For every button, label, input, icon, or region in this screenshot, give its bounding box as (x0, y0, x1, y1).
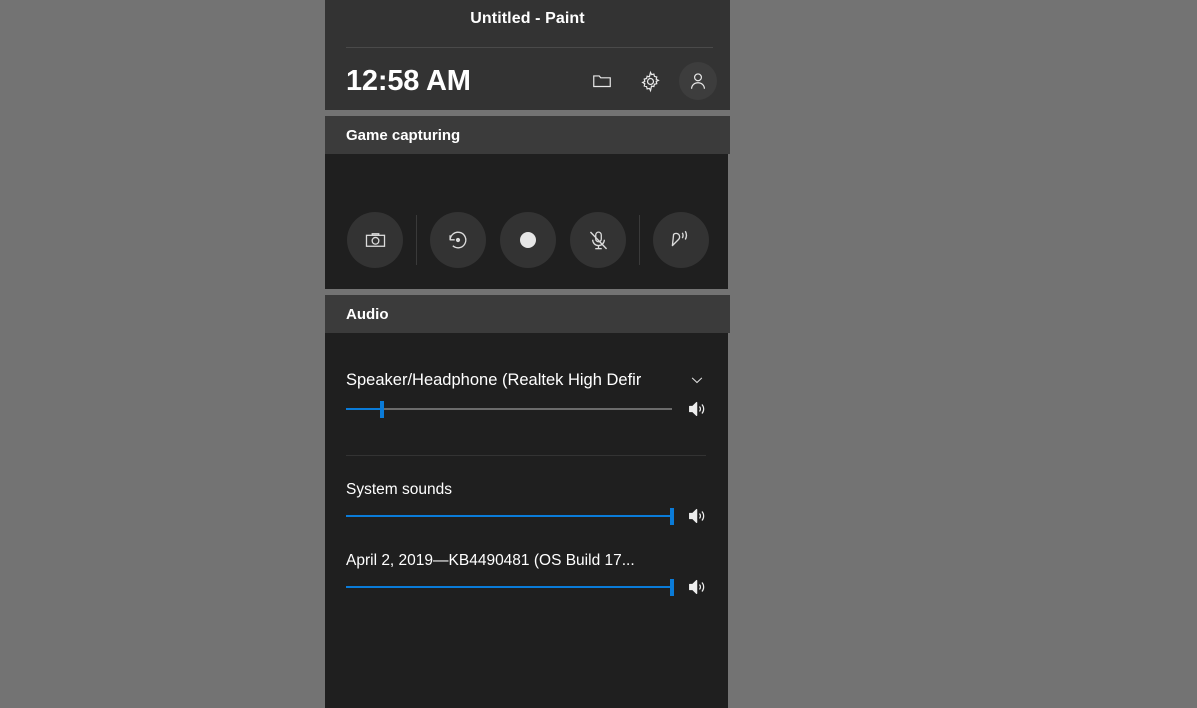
audio-title: Audio (346, 305, 389, 323)
speaker-icon[interactable] (680, 505, 708, 527)
person-icon[interactable] (679, 62, 717, 100)
record-last-button[interactable] (430, 212, 486, 268)
folder-icon[interactable] (583, 62, 621, 100)
screenshot-button[interactable] (347, 212, 403, 268)
chevron-down-icon[interactable] (686, 369, 708, 391)
slider-thumb[interactable] (379, 401, 384, 418)
slider-thumb[interactable] (670, 508, 674, 525)
app-volume-label: April 2, 2019—KB4490481 (OS Build 17... (346, 552, 635, 569)
slider-rail (346, 408, 672, 410)
slider-fill (346, 515, 672, 517)
clock: 12:58 AM (346, 65, 471, 97)
start-recording-button[interactable] (500, 212, 556, 268)
slider-thumb[interactable] (670, 579, 674, 596)
microphone-toggle-button[interactable] (570, 212, 626, 268)
game-bar-overlay: Untitled - Paint 12:58 AM Game capturing… (325, 0, 730, 708)
slider-fill (346, 586, 672, 588)
slider-fill (346, 408, 382, 410)
capture-separator-1 (416, 215, 417, 265)
speaker-icon[interactable] (680, 398, 708, 420)
game-capturing-panel (325, 154, 728, 289)
speaker-icon[interactable] (680, 576, 708, 598)
header-divider (346, 47, 713, 48)
app-volume-row (346, 505, 708, 527)
audio-divider (346, 455, 706, 456)
audio-header: Audio (325, 295, 730, 333)
app-volume-slider[interactable] (346, 576, 674, 598)
app-volume-slider[interactable] (346, 505, 674, 527)
master-volume-row (346, 398, 708, 420)
audio-device-name: Speaker/Headphone (Realtek High Defir (346, 371, 642, 389)
game-capturing-title: Game capturing (346, 126, 461, 144)
audio-device-select[interactable]: Speaker/Headphone (Realtek High Defir (346, 365, 708, 395)
capture-button-row (325, 209, 728, 271)
window-title: Untitled - Paint (470, 10, 585, 27)
game-bar-header: Untitled - Paint 12:58 AM (325, 0, 730, 110)
capture-separator-2 (639, 215, 640, 265)
header-icon-group (583, 62, 717, 100)
app-volume-row (346, 576, 708, 598)
app-volume-label: System sounds (346, 481, 452, 498)
game-capturing-header: Game capturing (325, 116, 730, 154)
audio-panel: Speaker/Headphone (Realtek High Defir Sy… (325, 333, 728, 708)
record-dot-icon (520, 232, 536, 248)
broadcast-button[interactable] (653, 212, 709, 268)
gear-icon[interactable] (631, 62, 669, 100)
master-volume-slider[interactable] (346, 398, 672, 420)
